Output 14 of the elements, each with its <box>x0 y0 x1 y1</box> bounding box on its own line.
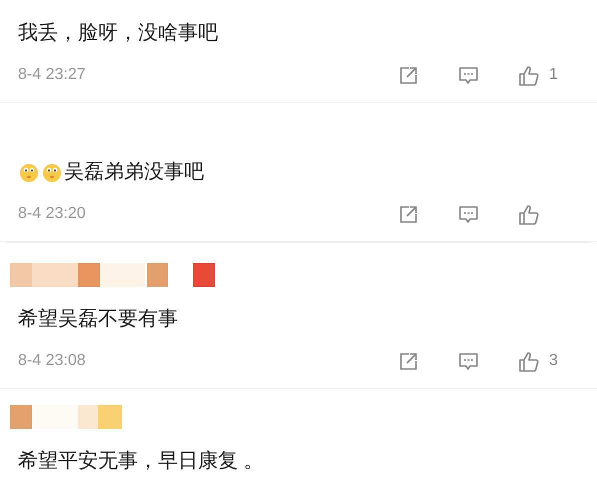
comment-text: 我丢，脸呀，没啥事吧 <box>18 21 218 46</box>
thumbs-up-icon[interactable] <box>517 350 540 372</box>
comment-text: 吴磊弟弟没事吧 <box>64 160 204 185</box>
comment-time: 8-4 23:08 <box>18 352 86 370</box>
comment-text: 希望吴磊不要有事 <box>18 307 178 332</box>
like-count: 3 <box>549 352 558 370</box>
comment-text: 希望平安无事，早日康复 。 <box>18 449 264 474</box>
thumbs-up-icon[interactable] <box>517 64 540 86</box>
emoji-icon <box>18 161 40 183</box>
comment-time: 8-4 23:20 <box>18 205 86 223</box>
like-count: 1 <box>549 66 558 84</box>
comment-time: 8-4 23:27 <box>18 66 86 84</box>
emoji-icon <box>41 161 63 183</box>
thumbs-up-icon[interactable] <box>517 202 540 226</box>
